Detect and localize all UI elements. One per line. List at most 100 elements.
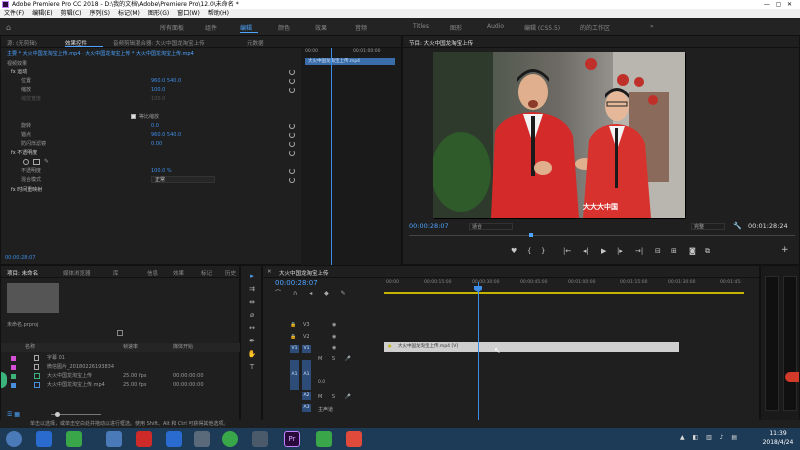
ec-clip-bar[interactable]: 大火中国龙淘宝上传.mp4 <box>305 58 395 65</box>
track-a1-buttons[interactable]: M S 🎤 <box>318 356 355 362</box>
menu-help[interactable]: 帮助(H) <box>204 9 233 18</box>
quality-select[interactable]: 完整 <box>691 223 725 230</box>
wechat-icon[interactable] <box>66 431 82 447</box>
reset-icon[interactable] <box>289 150 295 156</box>
workspace-effects[interactable]: 效果 <box>315 23 327 32</box>
home-icon[interactable]: ⌂ <box>6 23 11 32</box>
workspace-custom[interactable]: 的的工作区 <box>580 23 610 32</box>
workspace-all-panels[interactable]: 所有面板 <box>160 23 184 32</box>
position-value[interactable]: 960.0 540.0 <box>151 77 181 85</box>
play-icon[interactable]: ▶ <box>601 247 606 255</box>
track-a2-label[interactable]: A2 <box>302 392 311 400</box>
workspace-titles[interactable]: Titles <box>413 23 429 30</box>
anti-flicker-value[interactable]: 0.00 <box>151 140 162 148</box>
program-scrubber[interactable] <box>409 235 795 236</box>
col-media-start[interactable]: 媒体开始 <box>173 343 193 352</box>
ec-timecode[interactable]: 00:00:28:07 <box>5 255 36 261</box>
program-playhead[interactable] <box>529 233 533 237</box>
timeline-tools[interactable]: ⌒ ∩ ◂ ◆ ✎ <box>275 288 351 297</box>
ellipse-mask-icon[interactable] <box>23 159 29 165</box>
workspace-color[interactable]: 颜色 <box>278 23 290 32</box>
reset-icon[interactable] <box>289 123 295 129</box>
export-frame-icon[interactable]: ◙ <box>689 247 696 255</box>
timeline-playhead[interactable] <box>478 282 479 422</box>
marker-icon[interactable]: ♥ <box>511 247 517 255</box>
tool-icon[interactable] <box>252 431 268 447</box>
workspace-audio[interactable]: 音频 <box>355 23 367 32</box>
reset-icon[interactable] <box>289 141 295 147</box>
tray-icons[interactable]: ▲ ◧ ▥ ♪ ▤ <box>680 434 740 441</box>
menu-graphics[interactable]: 图形(G) <box>144 9 173 18</box>
clock-time[interactable]: 11:39 <box>760 430 796 437</box>
list-item[interactable]: 大火中国龙淘宝上传.mp4 25.00 fps 00:00:00:00 <box>1 381 239 389</box>
app-icon[interactable] <box>136 431 152 447</box>
tab-sequence[interactable]: 大火中国龙淘宝上传 <box>279 269 329 277</box>
pen-tool-icon[interactable]: ✒ <box>247 337 257 346</box>
menu-window[interactable]: 窗口(W) <box>173 9 204 18</box>
rotation-value[interactable]: 0.0 <box>151 122 159 130</box>
list-view-icon[interactable]: ☰ ▦ <box>7 411 20 418</box>
rectangle-mask-icon[interactable] <box>33 159 40 165</box>
timeline-ruler[interactable]: 00:00 00:00:15:00 00:00:30:00 00:00:45:0… <box>384 280 744 294</box>
opacity-value[interactable]: 100.0 % <box>151 167 172 175</box>
tab-metadata[interactable]: 元数据 <box>247 39 264 47</box>
tab-source[interactable]: 源: (无剪辑) <box>7 39 37 47</box>
extract-icon[interactable]: ⊞ <box>671 247 677 255</box>
track-v2-label[interactable]: V2 <box>303 334 310 340</box>
timeline-clip-v1[interactable]: ★ 大火中国龙淘宝上传.mp4 [V] <box>384 342 679 352</box>
lift-icon[interactable]: ⊟ <box>655 247 661 255</box>
selection-tool-icon[interactable]: ▸ <box>247 272 257 281</box>
timeline-timecode[interactable]: 00:00:28:07 <box>275 279 318 287</box>
col-fps[interactable]: 帧速率 <box>123 343 138 352</box>
source-patch-a1[interactable]: A1 <box>290 360 299 390</box>
track-v1-label[interactable]: V1 <box>302 345 311 353</box>
step-back-icon[interactable]: ◂| <box>583 247 589 255</box>
goto-out-icon[interactable]: →| <box>635 247 643 255</box>
slip-tool-icon[interactable]: ↔ <box>247 324 257 333</box>
track-select-tool-icon[interactable]: ⇉ <box>247 285 257 294</box>
tab-audio-clip-mixer[interactable]: 音频剪辑混合器: 大火中国龙淘宝上传 <box>113 39 205 47</box>
premiere-taskbar-icon[interactable]: Pr <box>284 431 300 447</box>
eye-icon[interactable]: ◉ <box>332 345 336 351</box>
track-a1-label[interactable]: A1 <box>302 360 311 390</box>
list-item[interactable]: 微信图片_20180226193834 <box>1 363 239 371</box>
source-patch-v1[interactable]: V1 <box>290 345 299 353</box>
zoom-slider-thumb[interactable] <box>55 412 60 417</box>
menu-marker[interactable]: 标记(M) <box>114 9 144 18</box>
track-lock-icon[interactable]: 🔒 <box>290 334 296 340</box>
step-forward-icon[interactable]: |▸ <box>617 247 623 255</box>
out-icon[interactable]: } <box>541 247 545 255</box>
browser-icon[interactable] <box>36 431 52 447</box>
track-a3-label[interactable]: A3 <box>302 404 311 412</box>
window-controls[interactable]: — ▢ ✕ <box>764 0 792 9</box>
tab-project[interactable]: 项目: 未命名 <box>7 269 38 277</box>
folder-icon[interactable] <box>106 431 122 447</box>
pen-mask-icon[interactable]: ✎ <box>44 158 49 166</box>
eye-icon[interactable]: ◉ <box>332 322 336 328</box>
menu-file[interactable]: 文件(F) <box>0 9 28 18</box>
tab-libraries[interactable]: 库 <box>113 269 119 277</box>
reset-icon[interactable] <box>289 168 295 174</box>
workspace-assembly[interactable]: 组件 <box>205 23 217 32</box>
hand-tool-icon[interactable]: ✋ <box>247 350 257 359</box>
uniform-scale-checkbox[interactable] <box>131 114 136 119</box>
program-timecode[interactable]: 00:00:28:07 <box>409 222 449 230</box>
comparison-view-icon[interactable]: ⧉ <box>705 247 710 256</box>
workspace-overflow-icon[interactable]: » <box>650 23 654 30</box>
tab-effects[interactable]: 效果 <box>173 269 184 277</box>
razor-tool-icon[interactable]: ⌀ <box>247 311 257 320</box>
new-bin-icon[interactable] <box>117 330 123 336</box>
ripple-edit-tool-icon[interactable]: ⇹ <box>247 298 257 307</box>
track-lock-icon[interactable]: 🔒 <box>290 322 296 328</box>
program-video-frame[interactable]: 大大大中国 <box>433 52 685 218</box>
in-icon[interactable]: { <box>527 247 531 255</box>
red-app-icon[interactable] <box>346 431 362 447</box>
button-editor-icon[interactable]: + <box>781 245 789 255</box>
media-icon[interactable] <box>194 431 210 447</box>
anchor-value[interactable]: 960.0 540.0 <box>151 131 181 139</box>
start-button-icon[interactable] <box>6 431 22 447</box>
track-v3-label[interactable]: V3 <box>303 322 310 328</box>
reset-icon[interactable] <box>289 132 295 138</box>
blend-mode-select[interactable]: 正常 <box>151 176 215 183</box>
goto-in-icon[interactable]: |← <box>563 247 571 255</box>
